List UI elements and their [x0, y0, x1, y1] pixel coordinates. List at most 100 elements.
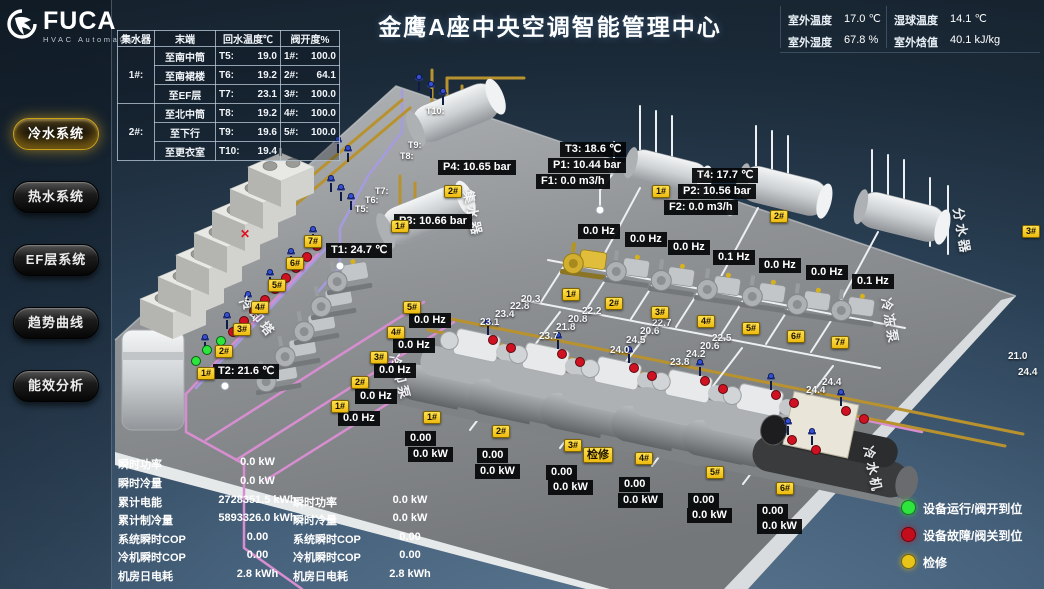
table-row: 2#: 至北中筒 T8:19.2 4#:100.0	[118, 104, 340, 123]
tower-tag: 4#	[251, 301, 269, 314]
collector-group-2: 2#:	[118, 104, 155, 161]
terminal-cell: 至南裙楼	[155, 66, 216, 85]
pipe-temp-value: 20.3	[521, 294, 540, 305]
temp-tag: T10:	[219, 146, 240, 157]
weather-divider	[780, 6, 781, 48]
valve-value: 100.0	[311, 51, 336, 62]
valve-cell: 4#:100.0	[281, 104, 340, 123]
hz-label: 0.0 Hz	[355, 389, 397, 404]
sidebar-item-trend-curve[interactable]: 趋势曲线	[13, 307, 99, 339]
temp-tag: T6:	[219, 70, 234, 81]
pipe-temp-value: 21.0	[1008, 351, 1027, 362]
temp-cell: T8: 19.2	[216, 104, 281, 123]
wetbulb-temp-label: 湿球温度	[894, 12, 938, 28]
valve-value: 64.1	[317, 70, 336, 81]
legend-fault-icon	[901, 527, 916, 542]
pump-tag: 5#	[742, 322, 760, 335]
temp-tag: T8:	[219, 108, 234, 119]
valve-cell: 5#:100.0	[281, 123, 340, 142]
stat-label: 瞬时冷量	[118, 475, 162, 491]
hz-label: 0.1 Hz	[713, 250, 755, 265]
tower-tag: 3#	[233, 323, 251, 336]
hz-label: 0.1 Hz	[852, 274, 894, 289]
terminal-cell: 至EF层	[155, 85, 216, 104]
cop-label: 0.00	[405, 431, 436, 446]
legend-fault-label: 设备故障/阀关到位	[923, 527, 1022, 544]
terminal-cell: 至下行	[155, 123, 216, 142]
maintenance-tag: 检修	[583, 447, 613, 463]
chiller-tag: 2#	[492, 425, 510, 438]
stat-label: 瞬时冷量	[293, 512, 337, 528]
stat-label: 机房日电耗	[293, 568, 348, 584]
outdoor-humidity-value: 67.8 %	[844, 34, 878, 46]
fault-x-icon: ✕	[240, 227, 250, 241]
col-header-terminal: 末端	[155, 31, 216, 47]
valve-cell	[281, 142, 340, 161]
sensor-label-t4: T4: 17.7 ℃	[692, 168, 758, 183]
collector-tag: 1#	[391, 220, 409, 233]
hz-label: 0.0 Hz	[668, 240, 710, 255]
stat-value: 0.0 kW	[195, 456, 320, 468]
temp-sensor-tag-t10: T10:	[426, 106, 445, 116]
valve-cell: 1#: 100.0	[281, 47, 340, 66]
power-label: 0.0 kW	[548, 480, 593, 495]
pump-tag: 1#	[562, 288, 580, 301]
pump-tag: 2#	[605, 297, 623, 310]
temp-cell: T9: 19.6	[216, 123, 281, 142]
sensor-label-t2: T2: 21.6 ℃	[213, 364, 279, 379]
page-title: 金鹰A座中央空调智能管理中心	[330, 8, 770, 42]
sensor-label-t3: T3: 18.6 ℃	[560, 142, 626, 157]
temp-value: 19.2	[258, 70, 277, 81]
hz-label: 0.0 Hz	[759, 258, 801, 273]
outdoor-enthalpy-label: 室外焓值	[894, 34, 938, 50]
temp-value: 19.6	[258, 127, 277, 138]
hz-label: 0.0 Hz	[374, 363, 416, 378]
sidebar-item-energy-analysis[interactable]: 能效分析	[13, 370, 99, 402]
distributor-tag: 2#	[770, 210, 788, 223]
pump-tag: 7#	[831, 336, 849, 349]
pipe-temp-value: 24.0	[610, 345, 629, 356]
temp-cell: T7:23.1	[216, 85, 281, 104]
pipe-temp-value: 24.4	[822, 377, 841, 388]
pump-tag: 2#	[351, 376, 369, 389]
legend-running-label: 设备运行/阀开到位	[923, 500, 1022, 517]
tower-tag: 2#	[215, 345, 233, 358]
cop-label: 0.00	[477, 448, 508, 463]
power-label: 0.0 kW	[757, 519, 802, 534]
terminal-cell: 至更衣室	[155, 142, 216, 161]
sensor-label-p2: P2: 10.56 bar	[678, 184, 756, 199]
temp-sensor-tag-t9: T9:	[408, 140, 422, 150]
sidebar-item-chilled-water[interactable]: 冷水系统	[13, 118, 99, 150]
temp-tag: T7:	[219, 89, 234, 100]
outdoor-temp-value: 17.0 ℃	[844, 12, 881, 25]
tower-tag: 5#	[268, 279, 286, 292]
temp-value: 19.4	[258, 146, 277, 157]
terminal-cell: 至南中筒	[155, 47, 216, 66]
weather-underline	[780, 52, 1040, 53]
hz-label: 0.0 Hz	[578, 224, 620, 239]
pipe-temp-value: 24.4	[1018, 367, 1037, 378]
sidebar-item-hot-water[interactable]: 热水系统	[13, 181, 99, 213]
sidebar-item-ef-floor[interactable]: EF层系统	[13, 244, 99, 276]
tower-tag: 1#	[197, 367, 215, 380]
temp-value: 19.2	[258, 108, 277, 119]
pipe-temp-value: 22.2	[582, 306, 601, 317]
wetbulb-temp-value: 14.1 ℃	[950, 12, 987, 25]
sensor-label-f1: F1: 0.0 m3/h	[536, 174, 610, 189]
hz-label: 0.0 Hz	[393, 338, 435, 353]
col-header-valve: 阀开度%	[281, 31, 340, 47]
pump-tag: 3#	[651, 306, 669, 319]
table-header-row: 集水器 末端 回水温度℃ 阀开度%	[118, 31, 340, 47]
stat-label: 累计电能	[118, 494, 162, 510]
stat-value: 0.0 kW	[370, 512, 450, 524]
valve-tag: 2#:	[284, 70, 298, 81]
hz-label: 0.0 Hz	[409, 313, 451, 328]
outdoor-temp-label: 室外温度	[788, 12, 832, 28]
stat-value: 0.00	[370, 531, 450, 543]
valve-tag: 5#:	[284, 127, 298, 138]
sensor-label-f2: F2: 0.0 m3/h	[664, 200, 738, 215]
stat-label: 冷机瞬时COP	[118, 549, 186, 565]
distributor-tag: 1#	[652, 185, 670, 198]
valve-tag: 1#:	[284, 51, 298, 62]
temp-tag: T9:	[219, 127, 234, 138]
